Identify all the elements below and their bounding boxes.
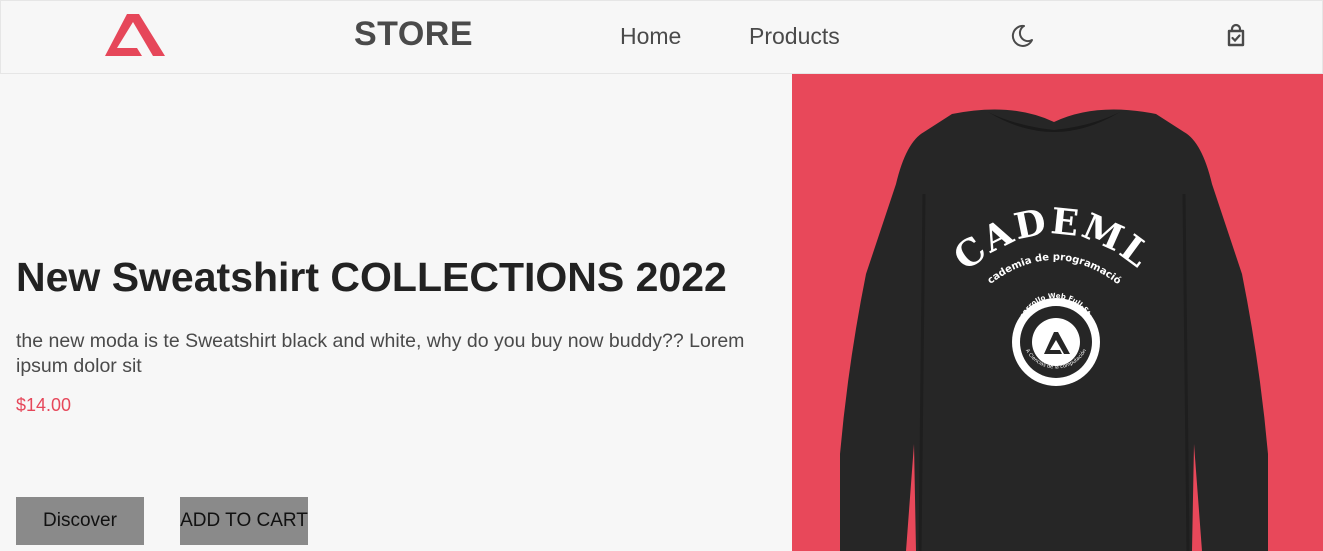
nav-products-link[interactable]: Products bbox=[749, 23, 840, 50]
sweatshirt-illustration: ACADEMLO Academia de programación Desarr… bbox=[792, 74, 1268, 551]
hero-title: New Sweatshirt COLLECTIONS 2022 bbox=[16, 254, 727, 300]
hero-description: the new moda is te Sweatshirt black and … bbox=[16, 330, 745, 377]
hero-price: $14.00 bbox=[16, 395, 72, 415]
nav-home-link[interactable]: Home bbox=[620, 23, 681, 50]
discover-button[interactable]: Discover bbox=[16, 497, 144, 545]
store-title: STORE bbox=[354, 15, 474, 53]
site-header: STORE Home Products bbox=[0, 0, 1323, 74]
academlo-logo-icon[interactable] bbox=[103, 12, 167, 58]
hero-product-image: ACADEMLO Academia de programación Desarr… bbox=[792, 74, 1323, 551]
moon-icon[interactable] bbox=[1009, 23, 1035, 49]
add-to-cart-button[interactable]: ADD TO CART bbox=[180, 497, 308, 545]
shopping-bag-icon[interactable] bbox=[1223, 23, 1249, 49]
